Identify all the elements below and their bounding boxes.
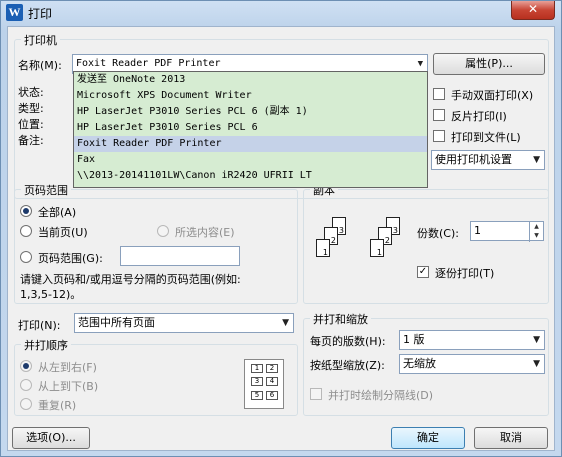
printer-option[interactable]: Fax (74, 152, 427, 168)
page-range-hint-line1: 请键入页码和/或用逗号分隔的页码范围(例如: (20, 273, 241, 286)
collate-pages-icon: 3 2 1 (368, 217, 408, 269)
printer-settings-value: 使用打印机设置 (435, 153, 512, 166)
print-what-select[interactable]: 范围中所有页面 ▼ (74, 313, 294, 333)
printer-option[interactable]: HP LaserJet P3010 Series PCL 6 (74, 120, 427, 136)
comment-label: 备注: (18, 134, 44, 147)
title-bar: W 打印 ✕ (1, 1, 561, 25)
printer-name-value: Foxit Reader PDF Printer (76, 58, 221, 69)
all-pages-label[interactable]: 全部(A) (38, 204, 76, 220)
copies-count-label: 份数(C): (417, 227, 459, 240)
copies-count-value: 1 (474, 224, 481, 237)
dialog-client-area: 打印机 名称(M): Foxit Reader PDF Printer ▼ 属性… (7, 26, 555, 451)
printer-option[interactable]: HP LaserJet P3010 Series PCL 6 (副本 1) (74, 104, 427, 120)
chevron-down-icon: ▼ (282, 318, 289, 328)
printer-name-label: 名称(M): (18, 59, 62, 72)
collate-checkbox[interactable]: ✓ (417, 266, 429, 278)
print-dialog-window: W 打印 ✕ 打印机 名称(M): Foxit Reader PDF Print… (0, 0, 562, 457)
print-order-group-title: 并打顺序 (21, 337, 71, 353)
options-button[interactable]: 选项(O)... (12, 427, 90, 449)
printer-option-selected[interactable]: Foxit Reader PDF Printer (74, 136, 427, 152)
selection-radio[interactable] (157, 225, 169, 237)
left-to-right-radio[interactable] (20, 360, 32, 372)
top-to-bottom-label[interactable]: 从上到下(B) (38, 378, 98, 394)
current-page-label[interactable]: 当前页(U) (38, 224, 88, 240)
printer-option[interactable]: \\2013-20141101LW\Canon iR2420 UFRII LT (74, 168, 427, 184)
left-to-right-label[interactable]: 从左到右(F) (38, 359, 97, 375)
properties-button[interactable]: 属性(P)... (433, 53, 545, 75)
pages-per-sheet-value: 1 版 (403, 333, 425, 346)
reverse-print-checkbox[interactable] (433, 109, 445, 121)
draw-borders-checkbox[interactable] (310, 388, 322, 400)
repeat-label[interactable]: 重复(R) (38, 397, 76, 413)
print-what-value: 范围中所有页面 (78, 316, 155, 329)
page-range-input[interactable] (120, 246, 240, 266)
window-title: 打印 (28, 7, 53, 21)
chevron-down-icon: ▼ (533, 359, 540, 369)
pages-per-sheet-label: 每页的版数(H): (310, 335, 386, 348)
collate-label[interactable]: 逐份打印(T) (435, 265, 494, 281)
chevron-down-icon: ▼ (533, 335, 540, 345)
page-range-radio[interactable] (20, 251, 32, 263)
top-to-bottom-radio[interactable] (20, 379, 32, 391)
page-order-preview-icon: 1 2 3 4 5 6 (244, 359, 284, 409)
close-button[interactable]: ✕ (511, 1, 555, 20)
copies-spinner[interactable]: ▲ ▼ (529, 222, 543, 242)
pages-per-sheet-select[interactable]: 1 版 ▼ (399, 330, 545, 350)
draw-borders-label[interactable]: 并打时绘制分隔线(D) (328, 387, 433, 403)
manual-duplex-label[interactable]: 手动双面打印(X) (451, 87, 533, 103)
scale-select[interactable]: 无缩放 ▼ (399, 354, 545, 374)
page-range-label[interactable]: 页码范围(G): (38, 250, 103, 266)
status-label: 状态: (18, 86, 44, 99)
all-pages-radio[interactable] (20, 205, 32, 217)
location-label: 位置: (18, 118, 44, 131)
printer-settings-select[interactable]: 使用打印机设置 ▼ (431, 150, 545, 170)
chevron-down-icon: ▼ (533, 155, 540, 165)
printer-option[interactable]: Microsoft XPS Document Writer (74, 88, 427, 104)
print-what-label: 打印(N): (18, 319, 61, 332)
zoom-group-title: 并打和缩放 (310, 311, 371, 327)
wps-writer-icon: W (6, 4, 23, 21)
print-to-file-label[interactable]: 打印到文件(L) (451, 129, 521, 145)
repeat-radio[interactable] (20, 398, 32, 410)
page-range-group-title: 页码范围 (21, 182, 71, 198)
current-page-radio[interactable] (20, 225, 32, 237)
page-range-hint-line2: 1,3,5-12)。 (20, 288, 82, 301)
reverse-print-label[interactable]: 反片打印(I) (451, 108, 507, 124)
ok-button[interactable]: 确定 (391, 427, 465, 449)
manual-duplex-checkbox[interactable] (433, 88, 445, 100)
scale-label: 按纸型缩放(Z): (310, 359, 385, 372)
scale-value: 无缩放 (403, 357, 436, 370)
print-to-file-checkbox[interactable] (433, 130, 445, 142)
copies-count-input[interactable]: 1 ▲ ▼ (470, 221, 544, 242)
printer-option[interactable]: 发送至 OneNote 2013 (74, 72, 427, 88)
printer-dropdown-list: 发送至 OneNote 2013 Microsoft XPS Document … (73, 71, 428, 188)
type-label: 类型: (18, 102, 44, 115)
printer-group-title: 打印机 (21, 32, 60, 48)
selection-label[interactable]: 所选内容(E) (175, 224, 235, 240)
collate-pages-icon: 3 2 1 (314, 217, 354, 269)
cancel-button[interactable]: 取消 (474, 427, 548, 449)
